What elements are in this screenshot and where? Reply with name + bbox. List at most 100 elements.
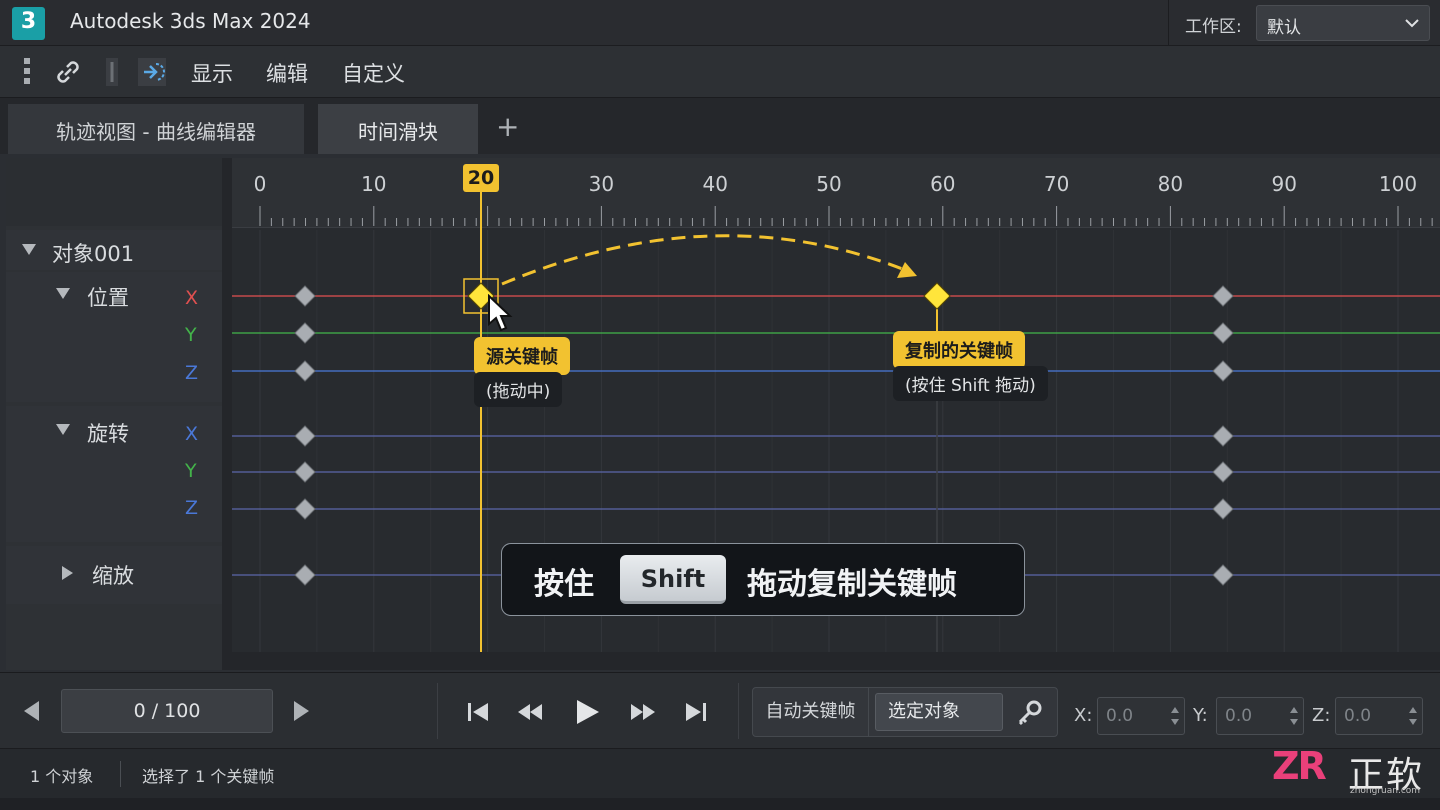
keyframe-diamond	[294, 360, 316, 382]
keyframe-diamond	[294, 498, 316, 520]
app-title: Autodesk 3ds Max 2024	[70, 9, 311, 33]
axis-y-label: Y	[185, 324, 197, 346]
bottom-strip	[0, 798, 1440, 810]
keyframe-diamond	[1212, 461, 1234, 483]
ruler-label: 60	[930, 172, 955, 196]
tab-time-slider[interactable]: 时间滑块	[318, 104, 478, 154]
prev-frame-icon[interactable]	[24, 701, 39, 721]
coord-x-input[interactable]: 0.0	[1097, 697, 1185, 735]
expand-triangle-icon[interactable]	[22, 244, 36, 256]
title-bar: 3 Autodesk 3ds Max 2024 工作区: 默认	[0, 0, 1440, 46]
status-object-count: 1 个对象	[30, 767, 94, 786]
menu-bar: 显示 编辑 自定义	[0, 46, 1440, 98]
copy-arrow-head	[897, 262, 917, 278]
title-divider	[1168, 0, 1169, 46]
frame-counter[interactable]: 0 / 100	[61, 689, 273, 733]
keyframe-diamond	[294, 564, 316, 586]
axis-x-label: X	[185, 287, 199, 309]
key-controls: 自动关键帧 选定对象	[752, 687, 1058, 737]
ruler-label: 30	[589, 172, 614, 196]
chevron-down-icon	[1405, 19, 1419, 28]
coord-y-input[interactable]: 0.0	[1216, 697, 1304, 735]
ruler-label: 50	[816, 172, 841, 196]
go-to-start-icon[interactable]	[464, 697, 494, 727]
transport-bar: 0 / 100 自动关键帧 选定对象 X: 0.0 Y: 0.0 Z: 0.0	[0, 672, 1440, 748]
watermark-brand: ZR	[1272, 744, 1327, 788]
source-key-tag: 源关键帧	[474, 337, 570, 375]
play-icon[interactable]	[572, 697, 602, 727]
previous-key-icon[interactable]	[515, 697, 545, 727]
expand-triangle-icon[interactable]	[56, 288, 70, 300]
collapsed-triangle-icon[interactable]	[62, 566, 74, 580]
keyframe-diamond	[1212, 285, 1234, 307]
source-key-subtitle: (拖动中)	[474, 372, 563, 407]
coord-x-label: X:	[1074, 705, 1093, 726]
keyframe-diamond	[1212, 564, 1234, 586]
axis-y-label: Y	[185, 460, 197, 482]
copied-key-tag: 复制的关键帧	[893, 331, 1025, 369]
workspace-select[interactable]: 默认	[1256, 5, 1430, 41]
axis-x-label: X	[185, 423, 199, 445]
spinner-icon[interactable]	[1289, 704, 1299, 728]
transport-divider	[738, 683, 739, 739]
expand-triangle-icon[interactable]	[56, 424, 70, 436]
axis-z-label: Z	[185, 497, 199, 519]
status-divider	[120, 761, 121, 787]
tree-row-scale[interactable]: 缩放	[6, 546, 222, 604]
axis-z-label: Z	[185, 362, 199, 384]
tree-row-object[interactable]: 对象001	[6, 230, 222, 270]
tree-row-rotation[interactable]: 旋转 X Y Z	[6, 406, 222, 542]
add-tab-button[interactable]: +	[496, 110, 519, 143]
ruler-label: 100	[1379, 172, 1417, 196]
coord-z-value: 0.0	[1344, 706, 1372, 726]
coord-y-value: 0.0	[1225, 706, 1253, 726]
go-to-end-icon[interactable]	[680, 697, 710, 727]
coord-z-input[interactable]: 0.0	[1335, 697, 1423, 735]
selected-object-select[interactable]: 选定对象	[875, 693, 1003, 731]
coord-x-value: 0.0	[1106, 706, 1134, 726]
rotation-label: 旋转	[87, 422, 129, 446]
ruler-label: 40	[702, 172, 727, 196]
auto-key-button[interactable]: 自动关键帧	[753, 688, 869, 736]
shift-key-cap: Shift	[620, 555, 726, 604]
mouse-cursor-icon	[488, 294, 513, 332]
next-key-icon[interactable]	[628, 697, 658, 727]
position-label: 位置	[87, 286, 129, 310]
tab-bar: 轨迹视图 - 曲线编辑器 时间滑块 +	[0, 98, 1440, 154]
keyframe-diamond	[294, 461, 316, 483]
keyframe-diamond	[1212, 322, 1234, 344]
copied-keyframe	[923, 282, 951, 310]
menu-customize[interactable]: 自定义	[342, 58, 405, 88]
tree-row-position[interactable]: 位置 X Y Z	[6, 272, 222, 402]
set-key-icon[interactable]	[1015, 698, 1045, 728]
keyframe-diamond	[1212, 425, 1234, 447]
ruler-label: 0	[254, 172, 267, 196]
copy-arrow-path	[501, 234, 906, 286]
keyframe-diamond	[294, 285, 316, 307]
spinner-icon[interactable]	[1170, 704, 1180, 728]
watermark-logo: ZR	[1272, 744, 1327, 788]
tab-curve-editor[interactable]: 轨迹视图 - 曲线编辑器	[8, 104, 304, 154]
status-key-selection: 选择了 1 个关键帧	[142, 767, 275, 786]
ruler-label: 70	[1044, 172, 1069, 196]
copied-key-subtitle: (按住 Shift 拖动)	[893, 366, 1048, 401]
hint-text-after: 拖动复制关键帧	[747, 567, 957, 602]
keyframe-diamond	[294, 322, 316, 344]
link-icon[interactable]	[52, 56, 84, 88]
next-frame-icon[interactable]	[294, 701, 309, 721]
menu-edit[interactable]: 编辑	[266, 58, 308, 88]
select-link-icon[interactable]	[136, 56, 168, 88]
object-name: 对象001	[52, 242, 135, 266]
workspace-value: 默认	[1267, 18, 1301, 38]
ruler-label: 80	[1158, 172, 1183, 196]
bind-icon[interactable]	[96, 56, 128, 88]
ruler-label: 90	[1271, 172, 1296, 196]
menu-display[interactable]: 显示	[191, 58, 233, 88]
current-frame-badge[interactable]: 20	[463, 164, 499, 192]
watermark-url: zhongruan.com	[1350, 786, 1421, 796]
spinner-icon[interactable]	[1408, 704, 1418, 728]
scale-label: 缩放	[92, 564, 134, 588]
drag-handle-icon[interactable]	[12, 56, 44, 88]
coord-z-label: Z:	[1312, 705, 1331, 726]
ruler-label: 10	[361, 172, 386, 196]
